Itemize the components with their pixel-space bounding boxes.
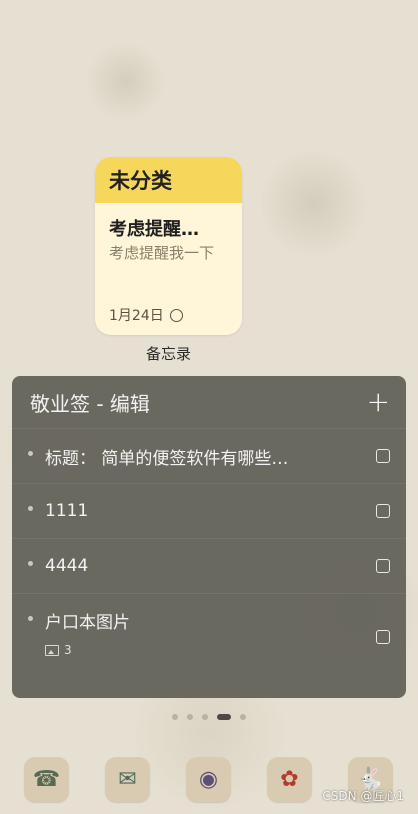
memo-widget[interactable]: 未分类 考虑提醒… 考虑提醒我一下 1月24日: [95, 157, 242, 335]
memo-note-text: 考虑提醒我一下: [109, 244, 215, 262]
checkbox[interactable]: [376, 504, 390, 518]
list-item-text: 1111: [45, 501, 89, 521]
page-dot[interactable]: [172, 714, 178, 720]
list-item[interactable]: 标题： 简单的便签软件有哪些…: [12, 429, 406, 484]
bullet-icon: [28, 505, 33, 511]
widget-label: 备忘录: [145, 345, 191, 363]
memo-date: 1月24日: [109, 308, 164, 324]
list-item-text: 标题： 简单的便签软件有哪些…: [45, 448, 289, 469]
list-item[interactable]: 1111: [12, 484, 406, 539]
add-icon[interactable]: +: [367, 388, 390, 416]
image-attachment: 3: [45, 643, 390, 657]
list-item-text: 户口本图片: [45, 613, 130, 633]
page-dot[interactable]: [202, 714, 208, 720]
memo-date-row: 1月24日: [109, 305, 183, 325]
page-dot[interactable]: [240, 714, 246, 720]
message-icon[interactable]: ✉: [105, 757, 150, 802]
list-item-text: 4444: [45, 556, 89, 576]
image-count: 3: [64, 643, 72, 657]
checkbox[interactable]: [376, 559, 390, 573]
watermark: CSDN @匠心1: [322, 789, 404, 803]
page-indicator: [0, 714, 418, 720]
checkbox[interactable]: [376, 630, 390, 644]
list-item[interactable]: 户口本图片 3: [12, 594, 406, 680]
notes-widget: 敬业签 - 编辑 + 标题： 简单的便签软件有哪些… 1111 4444 户口本…: [12, 376, 406, 698]
page-dot[interactable]: [187, 714, 193, 720]
checkbox[interactable]: [376, 449, 390, 463]
memo-note-title: 考虑提醒…: [109, 219, 199, 240]
notes-title: 敬业签 - 编辑: [30, 391, 150, 416]
list-item[interactable]: 4444: [12, 539, 406, 594]
bullet-icon: [28, 560, 33, 566]
page-dot-active[interactable]: [217, 714, 231, 720]
flower-icon[interactable]: ✿: [267, 757, 312, 802]
telephone-icon[interactable]: ☎: [24, 757, 69, 802]
bullet-icon: [28, 616, 33, 621]
notes-header: 敬业签 - 编辑 +: [12, 376, 406, 429]
camera-icon[interactable]: ◉: [186, 757, 231, 802]
clock-icon: [169, 308, 183, 322]
bullet-icon: [28, 450, 33, 456]
memo-category: 未分类: [95, 157, 242, 203]
image-icon: [45, 644, 59, 656]
